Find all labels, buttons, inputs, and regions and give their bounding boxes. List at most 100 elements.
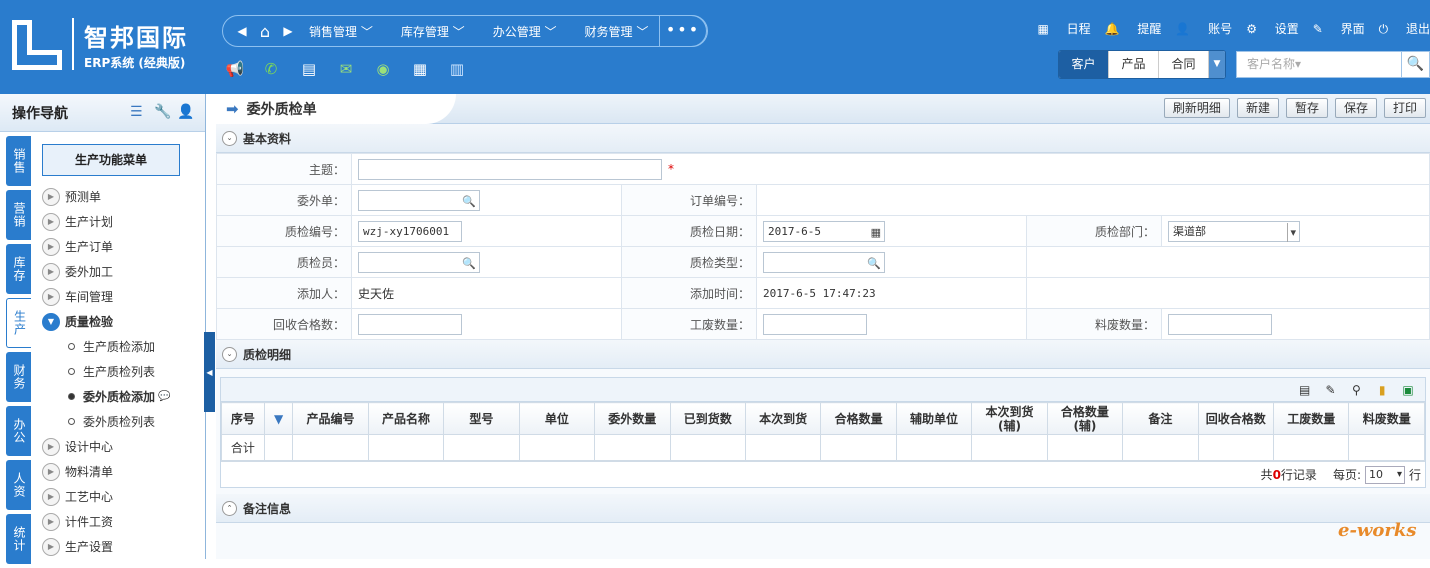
tree-item-bom[interactable]: ▶ 物料清单 (42, 459, 204, 484)
search-icon[interactable]: 🔍 (462, 192, 476, 211)
search-tab-customer[interactable]: 客户 (1059, 51, 1109, 78)
search-input[interactable]: 客户名称▾ (1236, 51, 1402, 78)
qc-date-input[interactable]: 2017-6-5 ▦ (763, 220, 885, 242)
tree-item-out-qc-add[interactable]: 委外质检添加 💬 (42, 384, 204, 409)
nav-back-icon[interactable]: ◀ (233, 24, 251, 38)
column-header[interactable]: 委外数量 (594, 402, 671, 435)
search-icon[interactable]: 🔍 (462, 254, 476, 273)
column-header[interactable]: 备注 (1122, 402, 1199, 435)
bar-chart-icon[interactable]: ▮ (1374, 382, 1390, 398)
module-tab-marketing[interactable]: 营销 (6, 190, 31, 240)
column-header[interactable]: 本次到货 (辅) (971, 402, 1048, 435)
qc-no-input[interactable]: wzj-xy1706001 (358, 220, 462, 242)
excel-icon[interactable]: ▣ (1400, 382, 1416, 398)
section-notes-header[interactable]: ⌃ 备注信息 (216, 494, 1430, 523)
calendar-icon[interactable]: ▦ (871, 223, 881, 242)
expand-icon[interactable]: ⌃ (222, 500, 237, 516)
collapse-icon[interactable]: ⌄ (222, 130, 237, 146)
fax-icon[interactable]: ▤ (298, 58, 320, 80)
wechat-icon[interactable]: ◉ (372, 58, 394, 80)
tree-item-design[interactable]: ▶ 设计中心 (42, 434, 204, 459)
reminder-link[interactable]: 🔔 提醒 (1105, 20, 1162, 37)
home-icon[interactable]: ⌂ (251, 22, 279, 41)
document-icon[interactable]: ▥ (446, 58, 468, 80)
draft-button[interactable]: 暂存 (1285, 98, 1328, 118)
mail-icon[interactable]: ✉ (335, 58, 357, 80)
material-waste-input[interactable] (1168, 313, 1272, 335)
tree-item-order[interactable]: ▶ 生产订单 (42, 234, 204, 259)
nav-menu-sales[interactable]: 销售管理 ﹀ (309, 23, 373, 40)
column-header[interactable]: 合格数量 (辅) (1046, 402, 1124, 435)
collapse-icon[interactable]: ⌄ (222, 346, 237, 362)
qc-dept-select[interactable]: 渠道部 ▾ (1168, 220, 1300, 242)
tree-item-forecast[interactable]: ▶ 预测单 (42, 184, 204, 209)
settings-link[interactable]: ⚙ 设置 (1246, 20, 1299, 37)
chevron-down-icon[interactable]: ▾ (1287, 222, 1296, 242)
qc-type-input[interactable]: 🔍 (763, 251, 885, 273)
tree-item-prod-qc-list[interactable]: 生产质检列表 (42, 359, 204, 384)
sidebar-collapse-handle[interactable]: ◀ (204, 332, 215, 412)
subject-input[interactable] (358, 158, 662, 180)
inspector-input[interactable]: 🔍 (358, 251, 480, 273)
column-header[interactable]: 合格数量 (820, 402, 897, 435)
save-button[interactable]: 保存 (1334, 98, 1377, 118)
function-menu-button[interactable]: 生产功能菜单 (42, 144, 180, 176)
tree-item-outsource[interactable]: ▶ 委外加工 (42, 259, 204, 284)
tree-item-plan[interactable]: ▶ 生产计划 (42, 209, 204, 234)
column-header[interactable]: 本次到货 (744, 402, 822, 435)
tree-item-settings[interactable]: ▶ 生产设置 (42, 534, 204, 559)
search-tab-product[interactable]: 产品 (1109, 51, 1159, 78)
column-header[interactable]: 料废数量 (1348, 402, 1425, 435)
module-tab-stats[interactable]: 统计 (6, 514, 31, 564)
column-header[interactable]: 单位 (518, 402, 596, 435)
search-icon[interactable]: 🔍 (1402, 51, 1430, 78)
tree-item-out-qc-list[interactable]: 委外质检列表 (42, 409, 204, 434)
column-header[interactable]: 型号 (443, 402, 520, 435)
module-tab-finance[interactable]: 财务 (6, 352, 31, 402)
column-header[interactable]: 产品编号 (292, 402, 369, 435)
tree-item-quality[interactable]: ▼ 质量检验 (42, 309, 204, 334)
nav-more-button[interactable]: ••• (659, 15, 707, 47)
nav-menu-inventory[interactable]: 库存管理 ﹀ (401, 23, 465, 40)
recovered-input[interactable] (358, 313, 462, 335)
column-header[interactable]: 回收合格数 (1197, 402, 1275, 435)
column-header[interactable]: ▼ (263, 402, 294, 435)
module-tab-production[interactable]: 生产 (6, 298, 31, 348)
eraser-icon[interactable]: ✎ (1323, 382, 1339, 398)
module-tab-office[interactable]: 办公 (6, 406, 31, 456)
nav-menu-finance[interactable]: 财务管理 ﹀ (585, 23, 649, 40)
megaphone-icon[interactable]: 📢 (224, 58, 246, 80)
search-tab-dropdown-icon[interactable]: ▼ (1209, 51, 1225, 78)
interface-link[interactable]: ✎ 界面 (1313, 20, 1365, 37)
tree-item-prod-qc-add[interactable]: 生产质检添加 (42, 334, 204, 359)
outsource-input[interactable]: 🔍 (358, 189, 480, 211)
refresh-detail-button[interactable]: 刷新明细 (1163, 98, 1230, 118)
tree-item-workshop[interactable]: ▶ 车间管理 (42, 284, 204, 309)
work-waste-input[interactable] (763, 313, 867, 335)
wrench-icon[interactable]: 🔧 (154, 104, 171, 120)
grid-icon[interactable]: ▦ (409, 58, 431, 80)
column-header[interactable]: 序号 (221, 402, 265, 435)
nav-menu-office[interactable]: 办公管理 ﹀ (493, 23, 557, 40)
tree-item-piecework[interactable]: ▶ 计件工资 (42, 509, 204, 534)
module-tab-sales[interactable]: 销售 (6, 136, 31, 186)
tree-item-process[interactable]: ▶ 工艺中心 (42, 484, 204, 509)
per-page-select[interactable]: 10 (1364, 465, 1405, 484)
search-tab-contract[interactable]: 合同 (1159, 51, 1209, 78)
nav-forward-icon[interactable]: ▶ (279, 24, 297, 38)
print-button[interactable]: 打印 (1383, 98, 1426, 118)
edit-table-icon[interactable]: ▤ (1297, 382, 1313, 398)
account-link[interactable]: 👤 账号 (1175, 20, 1232, 37)
list-icon[interactable]: ☰ (130, 104, 143, 120)
column-header[interactable]: 产品名称 (367, 402, 445, 435)
column-header[interactable]: 辅助单位 (895, 402, 973, 435)
phone-icon[interactable]: ✆ (260, 58, 282, 80)
binoculars-icon[interactable]: ⚲ (1348, 382, 1364, 398)
section-basic-header[interactable]: ⌄ 基本资料 (216, 124, 1430, 153)
search-icon[interactable]: 🔍 (867, 254, 881, 273)
user-icon[interactable]: 👤 (177, 104, 194, 120)
column-header[interactable]: 已到货数 (669, 402, 746, 435)
logout-link[interactable]: ⏻ 退出 (1379, 20, 1430, 37)
module-tab-hr[interactable]: 人资 (6, 460, 31, 510)
module-tab-inventory[interactable]: 库存 (6, 244, 31, 294)
